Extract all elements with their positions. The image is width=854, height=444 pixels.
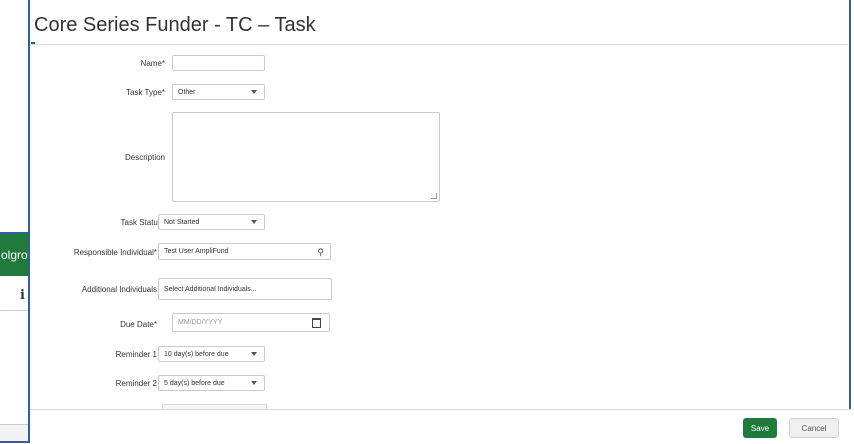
reminder1-label: Reminder 1 [115,350,157,359]
calendar-icon[interactable] [312,318,321,328]
due-date-placeholder: MM/DD/YYYY [178,319,223,326]
task-status-select[interactable]: Not Started [158,214,265,230]
caret-down-icon [251,220,257,224]
additional-placeholder: Select Additional Individuals... [164,285,257,293]
dialog-title: Core Series Funder - TC – Task [34,14,316,36]
cancel-button[interactable]: Cancel [789,418,839,438]
responsible-label: Responsible Individual* [73,248,157,257]
caret-down-icon [251,90,257,94]
resize-handle-icon[interactable] [431,193,437,199]
search-icon[interactable]: ⚲ [317,247,324,258]
caret-down-icon [251,381,257,385]
reminder1-select[interactable]: 10 day(s) before due [158,346,265,362]
task-status-label: Task Status* [120,218,165,227]
name-label: Name* [140,59,165,68]
title-divider [30,44,848,45]
due-date-label: Due Date* [120,320,157,329]
responsible-value: Test User AmpliFund [164,248,229,255]
reminder2-select[interactable]: 5 day(s) before due [158,375,265,391]
info-icon[interactable]: i [20,288,25,303]
responsible-input[interactable]: Test User AmpliFund ⚲ [158,243,331,260]
description-textarea[interactable] [172,112,440,202]
task-type-select[interactable]: Other [172,84,265,100]
name-input[interactable] [172,55,265,71]
task-type-label: Task Type* [126,88,165,97]
due-date-input[interactable]: MM/DD/YYYY [172,313,330,332]
task-dialog: Core Series Funder - TC – Task Name* Tas… [28,0,851,444]
task-status-value: Not Started [164,218,200,226]
additional-input[interactable]: Select Additional Individuals... [158,278,332,300]
save-button[interactable]: Save [743,418,777,438]
reminder2-value: 5 day(s) before due [164,379,225,387]
dialog-footer: Save Cancel [30,409,851,444]
reminder1-value: 10 day(s) before due [164,350,229,358]
task-type-value: Other [178,88,196,96]
caret-down-icon [251,352,257,356]
additional-label: Additional Individuals [81,285,157,294]
reminder2-label: Reminder 2 [115,379,157,388]
description-label: Description [124,153,165,162]
